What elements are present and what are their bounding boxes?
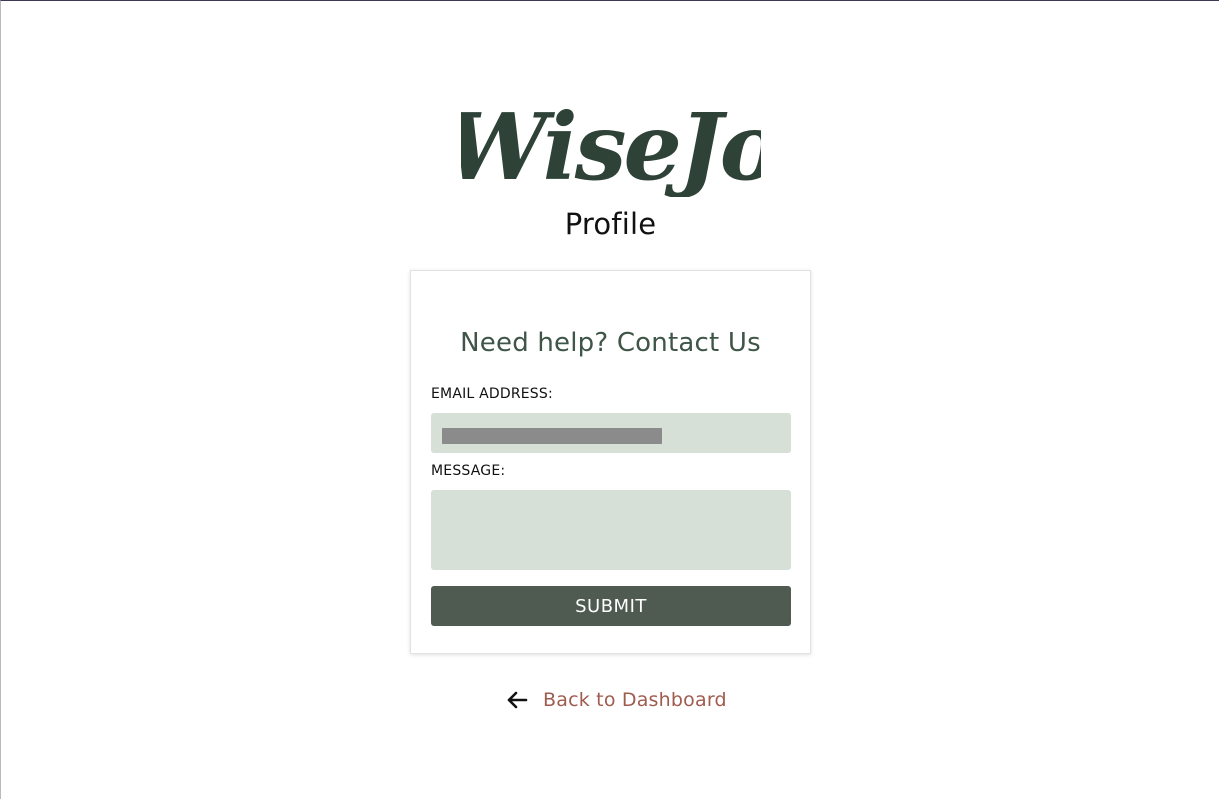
contact-card: Need help? Contact Us EMAIL ADDRESS: MES… bbox=[410, 270, 811, 654]
contact-heading: Need help? Contact Us bbox=[460, 328, 761, 358]
brand-logo: WiseJo bbox=[1, 87, 1219, 197]
back-link-label: Back to Dashboard bbox=[543, 689, 727, 711]
logo-wordmark: WiseJo bbox=[461, 93, 761, 197]
page-title: Profile bbox=[564, 207, 657, 241]
logo-text: WiseJo bbox=[461, 93, 761, 197]
redacted-email-value bbox=[442, 428, 662, 444]
message-field[interactable] bbox=[431, 490, 791, 570]
message-label: MESSAGE: bbox=[431, 463, 506, 479]
back-to-dashboard-link[interactable]: Back to Dashboard bbox=[505, 685, 727, 715]
page: WiseJo Profile Need help? Contact Us EMA… bbox=[0, 0, 1219, 799]
arrow-left-icon bbox=[507, 691, 528, 709]
email-label: EMAIL ADDRESS: bbox=[431, 386, 553, 402]
submit-button[interactable]: SUBMIT bbox=[431, 586, 791, 626]
